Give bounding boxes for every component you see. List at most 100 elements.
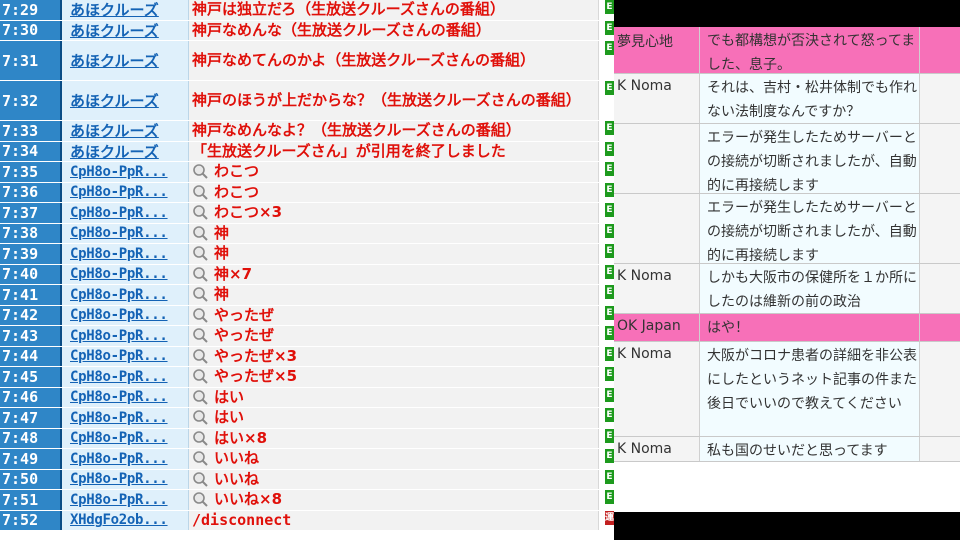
magnifier-icon[interactable]: [192, 450, 209, 467]
comment-row: 7:51 CpH8o-PpR... いいね×8 E: [0, 490, 614, 511]
chat-row: K Noma しかも大阪市の保健所を１か所にしたのは維新の前の政治: [614, 264, 960, 314]
comment-time: 7:45: [0, 367, 62, 387]
flag-icon: E: [605, 387, 614, 402]
comment-user-link[interactable]: あほクルーズ: [62, 20, 189, 40]
chat-row-spacer: [920, 194, 960, 263]
magnifier-icon[interactable]: [192, 430, 209, 447]
comment-user-link[interactable]: CpH8o-PpR...: [62, 285, 189, 305]
comment-message: いいね: [189, 449, 599, 469]
comment-user-link[interactable]: あほクルーズ: [62, 81, 189, 120]
comment-row: 7:47 CpH8o-PpR... はい E: [0, 408, 614, 429]
comment-user-link[interactable]: CpH8o-PpR...: [62, 408, 189, 428]
flag-icon: E: [605, 41, 614, 55]
comment-row: 7:39 CpH8o-PpR... 神 E: [0, 244, 614, 265]
magnifier-icon[interactable]: [192, 266, 209, 283]
comment-user-link[interactable]: CpH8o-PpR...: [62, 326, 189, 346]
comment-time: 7:36: [0, 182, 62, 202]
comment-user-link[interactable]: CpH8o-PpR...: [62, 428, 189, 448]
comment-message: やったぜ: [189, 326, 599, 346]
chat-author: K Noma: [614, 437, 700, 461]
chat-row-spacer: [920, 124, 960, 193]
flag-icon: E: [605, 0, 614, 14]
chat-panel: 夢見心地 でも都構想が否決されて怒ってました、息子。 K Noma それは、吉村・松井…: [614, 27, 960, 512]
magnifier-icon[interactable]: [192, 471, 209, 488]
chat-author: K Noma: [614, 264, 700, 313]
comment-time: 7:41: [0, 285, 62, 305]
magnifier-icon[interactable]: [192, 307, 209, 324]
chat-message: でも都構想が否決されて怒ってました、息子。: [700, 27, 920, 73]
flag-icon: E: [605, 182, 614, 197]
comment-user-link[interactable]: CpH8o-PpR...: [62, 449, 189, 469]
flag-icon: E: [605, 203, 614, 217]
chat-row: エラーが発生したためサーバーとの接続が切断されましたが、自動的に再接続します: [614, 194, 960, 264]
flag-icon: E: [605, 428, 614, 443]
chat-message: はや！: [700, 314, 920, 341]
flag-icon: E: [605, 305, 614, 320]
flag-icon: E: [605, 326, 614, 340]
magnifier-icon[interactable]: [192, 286, 209, 303]
comment-user-link[interactable]: あほクルーズ: [62, 141, 189, 161]
comment-user-link[interactable]: あほクルーズ: [62, 121, 189, 141]
comment-user-link[interactable]: CpH8o-PpR...: [62, 490, 189, 510]
magnifier-icon[interactable]: [192, 184, 209, 201]
comment-message: わこつ×3: [189, 203, 599, 223]
magnifier-icon[interactable]: [192, 491, 209, 508]
comment-user-link[interactable]: CpH8o-PpR...: [62, 203, 189, 223]
comment-time: 7:40: [0, 264, 62, 284]
comment-message: 神: [189, 285, 599, 305]
comment-message: 神: [189, 223, 599, 243]
comment-row: 7:46 CpH8o-PpR... はい E: [0, 387, 614, 408]
chat-message: エラーが発生したためサーバーとの接続が切断されましたが、自動的に再接続します: [700, 124, 920, 194]
magnifier-icon[interactable]: [192, 409, 209, 426]
chat-message: 私も国のせいだと思ってます: [700, 437, 920, 461]
comment-message: 神戸なめてんのかよ（生放送クルーズさんの番組）: [189, 41, 599, 80]
flag-icon: E: [605, 121, 614, 135]
comment-row: 7:33 あほクルーズ 神戸なめんなよ？（生放送クルーズさんの番組） E: [0, 121, 614, 142]
comment-user-link[interactable]: あほクルーズ: [62, 0, 189, 20]
comment-user-link[interactable]: CpH8o-PpR...: [62, 367, 189, 387]
flag-icon: E: [605, 81, 614, 95]
comment-row: 7:45 CpH8o-PpR... やったぜ×5 E: [0, 367, 614, 388]
comment-time: 7:52: [0, 510, 62, 530]
comment-user-link[interactable]: CpH8o-PpR...: [62, 264, 189, 284]
magnifier-icon[interactable]: [192, 204, 209, 221]
comment-row: 7:31 あほクルーズ 神戸なめてんのかよ（生放送クルーズさんの番組） E: [0, 41, 614, 81]
comment-time: 7:51: [0, 490, 62, 510]
flag-icon: E: [605, 346, 614, 361]
comment-message: 「生放送クルーズさん」が引用を終了しました: [189, 141, 599, 161]
magnifier-icon[interactable]: [192, 327, 209, 344]
chat-row: K Noma それは、吉村・松井体制でも作れない法制度なんですか？: [614, 74, 960, 124]
comment-user-link[interactable]: CpH8o-PpR...: [62, 469, 189, 489]
comment-message: 神戸なめんな（生放送クルーズさんの番組）: [189, 20, 599, 40]
flag-icon: E: [605, 244, 614, 258]
flag-icon: 運: [605, 510, 614, 525]
comment-user-link[interactable]: あほクルーズ: [62, 41, 189, 80]
comment-user-link[interactable]: XHdgFo2ob...: [62, 510, 189, 530]
comment-time: 7:44: [0, 346, 62, 366]
comment-user-link[interactable]: CpH8o-PpR...: [62, 182, 189, 202]
magnifier-icon[interactable]: [192, 245, 209, 262]
comment-message: やったぜ×5: [189, 367, 599, 387]
magnifier-icon[interactable]: [192, 389, 209, 406]
comment-time: 7:29: [0, 0, 62, 20]
comment-user-link[interactable]: CpH8o-PpR...: [62, 305, 189, 325]
flag-icon: E: [605, 20, 614, 35]
comment-row: 7:49 CpH8o-PpR... いいね E: [0, 449, 614, 470]
comment-user-link[interactable]: CpH8o-PpR...: [62, 387, 189, 407]
comment-message: いいね×8: [189, 490, 599, 510]
comment-row: 7:48 CpH8o-PpR... はい×8 E: [0, 428, 614, 449]
magnifier-icon[interactable]: [192, 368, 209, 385]
comment-user-link[interactable]: CpH8o-PpR...: [62, 223, 189, 243]
comment-user-link[interactable]: CpH8o-PpR...: [62, 244, 189, 264]
magnifier-icon[interactable]: [192, 163, 209, 180]
chat-message: しかも大阪市の保健所を１か所にしたのは維新の前の政治: [700, 264, 920, 313]
chat-message: エラーが発生したためサーバーとの接続が切断されましたが、自動的に再接続します: [700, 194, 920, 264]
comment-row: 7:34 あほクルーズ 「生放送クルーズさん」が引用を終了しました E: [0, 141, 614, 162]
comment-user-link[interactable]: CpH8o-PpR...: [62, 346, 189, 366]
comment-time: 7:35: [0, 162, 62, 182]
magnifier-icon[interactable]: [192, 225, 209, 242]
magnifier-icon[interactable]: [192, 348, 209, 365]
flag-icon: E: [605, 223, 614, 238]
comment-message: /disconnect: [189, 510, 599, 530]
comment-user-link[interactable]: CpH8o-PpR...: [62, 162, 189, 182]
